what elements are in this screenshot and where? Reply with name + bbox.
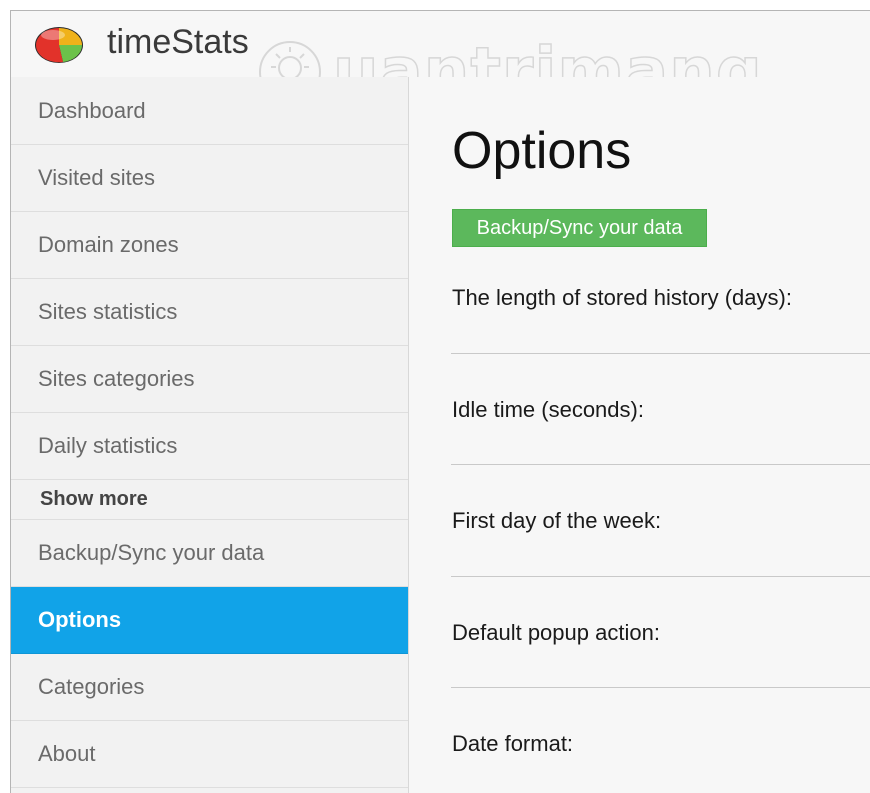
sidebar-item-daily-statistics[interactable]: Daily statistics xyxy=(11,413,408,480)
option-first-day-of-week: First day of the week: xyxy=(452,508,870,534)
app-window: timeStats uantrimang Dashboard Visited s… xyxy=(10,10,870,793)
divider xyxy=(451,687,870,688)
app-title: timeStats xyxy=(107,23,249,61)
sidebar-nav: Dashboard Visited sites Domain zones Sit… xyxy=(11,77,409,793)
page-title: Options xyxy=(452,122,632,180)
sidebar-item-domain-zones[interactable]: Domain zones xyxy=(11,212,408,279)
sidebar-show-more[interactable]: Show more xyxy=(11,480,408,520)
app-header: timeStats xyxy=(11,11,870,78)
option-label: Default popup action: xyxy=(452,620,660,645)
sidebar-item-about[interactable]: About xyxy=(11,721,408,788)
sidebar-item-visited-sites[interactable]: Visited sites xyxy=(11,145,408,212)
sidebar-item-sites-categories[interactable]: Sites categories xyxy=(11,346,408,413)
option-idle-time: Idle time (seconds): xyxy=(452,397,870,423)
option-default-popup-action: Default popup action: xyxy=(452,620,870,646)
sidebar-item-categories[interactable]: Categories xyxy=(11,654,408,721)
divider xyxy=(451,353,870,354)
option-label: First day of the week: xyxy=(452,508,662,533)
divider xyxy=(451,576,870,577)
sidebar-item-sites-statistics[interactable]: Sites statistics xyxy=(11,279,408,346)
option-label: The length of stored history (days): xyxy=(452,285,792,310)
pie-chart-logo-icon xyxy=(35,27,83,63)
options-panel: Options Backup/Sync your data The length… xyxy=(409,77,870,793)
option-date-format: Date format: xyxy=(452,731,870,757)
sidebar-item-dashboard[interactable]: Dashboard xyxy=(11,77,408,145)
option-label: Date format: xyxy=(452,731,574,756)
sidebar-item-options[interactable]: Options xyxy=(11,587,408,654)
option-stored-history: The length of stored history (days): xyxy=(452,285,870,311)
option-label: Idle time (seconds): xyxy=(452,397,644,422)
sidebar-item-backup-sync[interactable]: Backup/Sync your data xyxy=(11,520,408,587)
divider xyxy=(451,464,870,465)
backup-sync-button[interactable]: Backup/Sync your data xyxy=(452,209,707,247)
